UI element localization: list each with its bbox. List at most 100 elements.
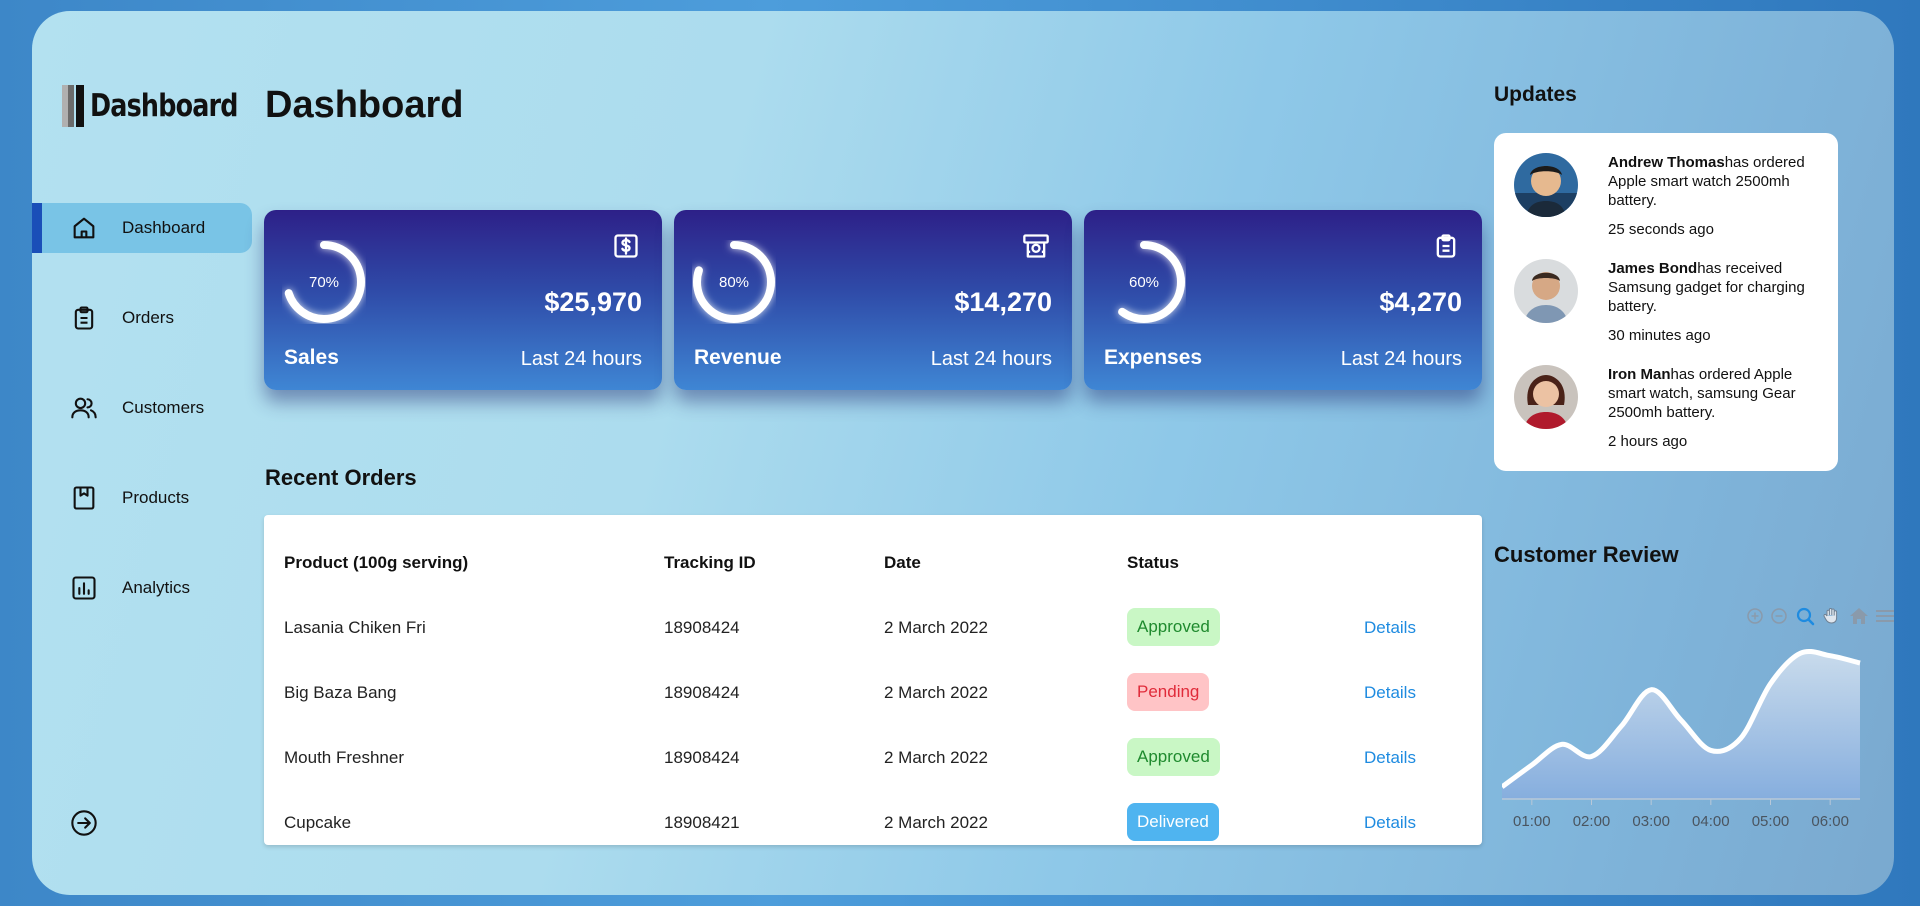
stat-card-revenue[interactable]: 80% $14,270 Revenue Last 24 hours <box>674 210 1072 390</box>
status-badge: Delivered <box>1127 803 1219 841</box>
clipboard-icon <box>1436 234 1456 258</box>
date-cell: 2 March 2022 <box>884 683 988 702</box>
package-icon <box>73 486 95 510</box>
sidebar-item-analytics[interactable]: Analytics <box>32 563 252 613</box>
avatar <box>1514 259 1578 323</box>
card-period: Last 24 hours <box>520 348 642 370</box>
details-link[interactable]: Details <box>1364 618 1416 638</box>
chart-data-point <box>1530 763 1534 767</box>
product-cell: Cupcake <box>284 813 352 832</box>
users-icon <box>71 397 97 419</box>
sidebar-nav: Dashboard Orders Customers Products Anal… <box>32 203 252 653</box>
product-cell: Big Baza Bang <box>284 683 397 702</box>
sidebar-item-products[interactable]: Products <box>32 473 252 523</box>
chart-x-tick-label: 04:00 <box>1692 813 1730 830</box>
update-text: James Bondhas received Samsung gadget fo… <box>1608 260 1805 315</box>
customer-review-title: Customer Review <box>1494 542 1679 567</box>
sidebar-item-label: Dashboard <box>122 218 206 237</box>
chart-data-point <box>1560 742 1564 746</box>
sidebar-item-label: Customers <box>122 398 205 417</box>
card-title: Revenue <box>694 346 782 369</box>
avatar <box>1514 365 1578 429</box>
chart-x-tick-label: 03:00 <box>1632 813 1670 830</box>
chart-data-point <box>1739 736 1743 740</box>
logout-icon[interactable] <box>70 809 98 837</box>
card-title: Sales <box>284 346 339 369</box>
chart-plot-area <box>1502 648 1862 799</box>
status-badge: Approved <box>1127 608 1220 646</box>
update-time: 30 minutes ago <box>1608 327 1711 344</box>
details-link[interactable]: Details <box>1364 748 1416 768</box>
chart-data-point <box>1649 688 1653 692</box>
card-value: $4,270 <box>1379 287 1462 317</box>
update-name: Iron Man <box>1608 366 1671 383</box>
column-header-date: Date <box>884 553 921 572</box>
tracking-cell: 18908424 <box>664 618 740 637</box>
update-text: Iron Manhas ordered Apple smart watch, s… <box>1608 366 1796 421</box>
card-title: Expenses <box>1104 346 1203 369</box>
sidebar-item-label: Products <box>122 488 190 507</box>
chart-data-point <box>1769 682 1773 686</box>
column-header-tracking: Tracking ID <box>664 553 756 572</box>
details-link[interactable]: Details <box>1364 683 1416 703</box>
stat-cards: 70% $25,970 Sales Last 24 hours 80% $14,… <box>264 210 1482 390</box>
logo-text: Dashboard <box>90 88 238 124</box>
chart-x-tick-label: 01:00 <box>1513 813 1551 830</box>
chart-x-axis: 01:00 02:00 03:00 04:00 05:00 06:00 <box>1502 798 1860 830</box>
date-cell: 2 March 2022 <box>884 748 988 767</box>
avatar <box>1514 153 1578 217</box>
card-value: $14,270 <box>954 287 1052 317</box>
zoom-select-icon[interactable] <box>1796 607 1815 626</box>
orders-table: Product (100g serving) Tracking ID Date … <box>264 515 1482 845</box>
chart-data-point <box>1709 748 1713 752</box>
zoom-out-icon[interactable] <box>1771 608 1787 624</box>
reset-home-icon[interactable] <box>1850 608 1868 624</box>
date-cell: 2 March 2022 <box>884 813 988 832</box>
money-icon <box>1023 234 1049 258</box>
logo[interactable]: Dashboard <box>62 85 270 127</box>
column-header-product: Product (100g serving) <box>284 553 469 572</box>
bar-chart-icon <box>72 576 96 600</box>
chart-data-point <box>1798 651 1802 655</box>
product-cell: Mouth Freshner <box>284 748 404 767</box>
stat-card-expenses[interactable]: 60% $4,270 Expenses Last 24 hours <box>1084 210 1482 390</box>
chart-x-tick-label: 02:00 <box>1573 813 1611 830</box>
status-badge: Pending <box>1127 673 1210 711</box>
pan-hand-icon[interactable] <box>1823 608 1838 624</box>
details-link[interactable]: Details <box>1364 813 1416 833</box>
card-period: Last 24 hours <box>1340 348 1462 370</box>
customer-review-chart: 01:00 02:00 03:00 04:00 05:00 06:00 <box>1502 607 1894 830</box>
chart-data-point <box>1828 654 1832 658</box>
app-window: Dashboard Dashboard Orders Customers Pro… <box>32 11 1894 895</box>
column-header-status: Status <box>1127 553 1179 572</box>
update-time: 25 seconds ago <box>1608 221 1714 238</box>
sidebar-item-dashboard[interactable]: Dashboard <box>32 203 252 253</box>
chart-data-point <box>1619 724 1623 728</box>
zoom-in-icon[interactable] <box>1747 608 1763 624</box>
chart-toolbar <box>1747 607 1894 626</box>
progress-percent: 70% <box>308 273 340 291</box>
update-text: Andrew Thomashas ordered Apple smart wat… <box>1608 154 1805 209</box>
recent-orders-title: Recent Orders <box>265 465 417 490</box>
sidebar-item-label: Orders <box>122 308 174 327</box>
sidebar-item-orders[interactable]: Orders <box>32 293 252 343</box>
tracking-cell: 18908421 <box>664 813 740 832</box>
dollar-icon <box>614 234 638 258</box>
chart-area-fill <box>1502 651 1860 799</box>
update-name: Andrew Thomas <box>1608 154 1725 171</box>
stat-card-sales[interactable]: 70% $25,970 Sales Last 24 hours <box>264 210 662 390</box>
menu-icon[interactable] <box>1876 610 1894 622</box>
chart-data-point <box>1590 755 1594 759</box>
chart-x-tick-label: 06:00 <box>1811 813 1849 830</box>
sidebar-item-label: Analytics <box>122 578 191 597</box>
chart-data-point <box>1858 661 1862 665</box>
status-badge: Approved <box>1127 738 1220 776</box>
card-period: Last 24 hours <box>930 348 1052 370</box>
update-time: 2 hours ago <box>1608 433 1688 450</box>
page-title: Dashboard <box>265 84 464 126</box>
updates-title: Updates <box>1494 83 1577 106</box>
card-value: $25,970 <box>544 287 642 317</box>
sidebar-item-customers[interactable]: Customers <box>32 383 252 433</box>
tracking-cell: 18908424 <box>664 748 740 767</box>
clipboard-icon <box>74 306 94 330</box>
